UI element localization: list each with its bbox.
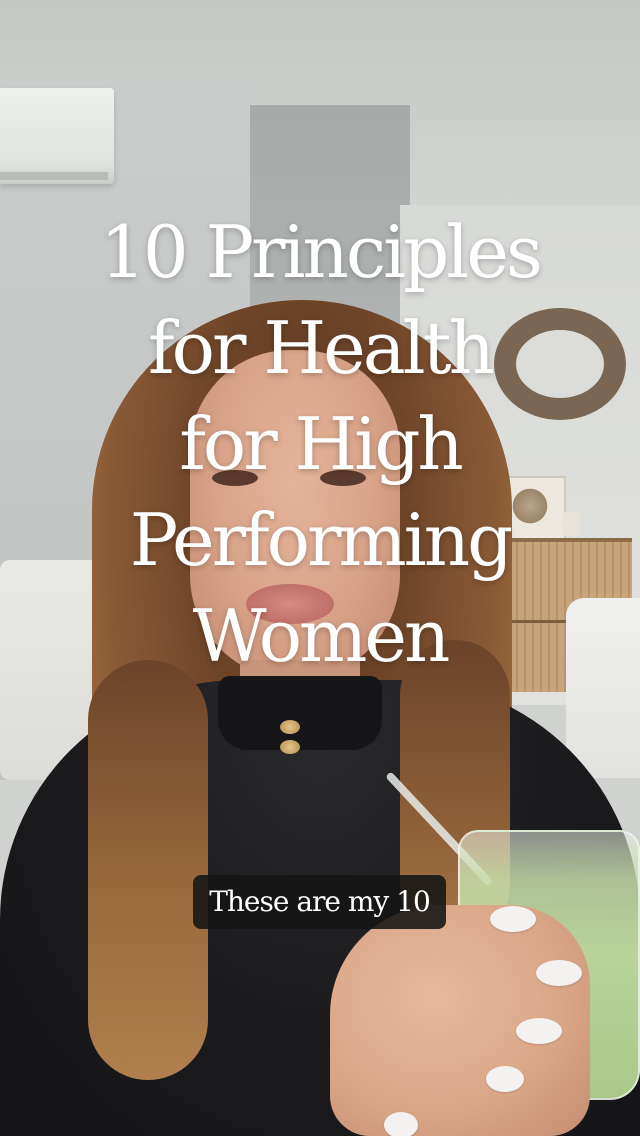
fingernail: [486, 1066, 524, 1092]
fingernail: [490, 906, 536, 932]
fingernail: [536, 960, 582, 986]
air-conditioner: [0, 88, 114, 184]
gold-button: [280, 740, 300, 754]
title-line: Women: [192, 594, 451, 678]
video-frame: 10 Principles for Health for High Perfor…: [0, 0, 640, 1136]
subtitle-caption: These are my 10: [193, 875, 446, 929]
fingernail: [384, 1112, 418, 1136]
overlay-title: 10 Principles for Health for High Perfor…: [40, 204, 600, 684]
hair-strand-left: [88, 660, 208, 1080]
gold-button: [280, 720, 300, 734]
title-line: for High: [179, 402, 464, 486]
title-line: Performing: [129, 498, 513, 582]
air-conditioner-vent: [0, 172, 108, 180]
blouse-collar: [218, 676, 382, 750]
fingernail: [516, 1018, 562, 1044]
title-line: 10 Principles: [100, 210, 543, 294]
title-line: for Health: [148, 306, 495, 390]
